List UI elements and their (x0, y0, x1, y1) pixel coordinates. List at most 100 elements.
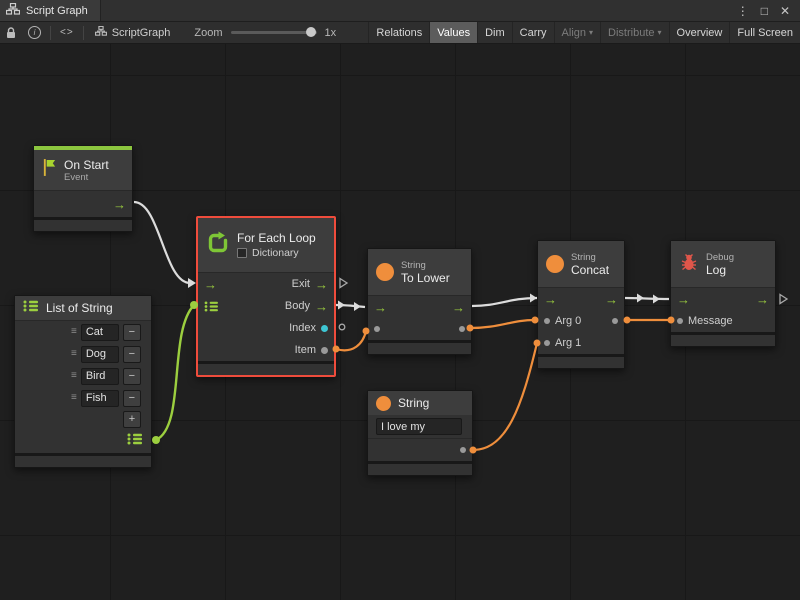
port-label-arg0: Arg 0 (555, 315, 581, 327)
tab-script-graph[interactable]: Script Graph (0, 0, 101, 21)
list-output-icon[interactable] (127, 432, 143, 450)
wire-concat-to-log (625, 298, 669, 299)
flow-arrowhead (338, 301, 345, 310)
distribute-button[interactable]: Distribute ▾ (600, 22, 668, 43)
control-output-port[interactable]: → (605, 293, 618, 306)
item-output-port[interactable] (321, 347, 328, 354)
node-string-concat[interactable]: String Concat → → Arg 0 (537, 240, 625, 369)
remove-item-button[interactable]: − (123, 324, 141, 341)
node-list-of-string[interactable]: List of String ≡ − ≡ − ≡ − (14, 295, 152, 468)
window-controls: ⋮ □ ✕ (737, 0, 800, 21)
node-header: Debug Log (671, 241, 775, 287)
control-input-port[interactable]: → (374, 301, 387, 314)
message-input-port[interactable] (677, 318, 683, 324)
align-label: Align (562, 27, 586, 39)
exit-output-port[interactable]: → (315, 278, 328, 291)
drag-handle-icon[interactable]: ≡ (71, 393, 77, 403)
string-value-input[interactable] (376, 418, 462, 435)
unconnected-index-port (339, 324, 345, 330)
drag-handle-icon[interactable]: ≡ (71, 349, 77, 359)
unconnected-exit-port (340, 279, 347, 288)
distribute-label: Distribute (608, 27, 654, 39)
node-for-each-loop[interactable]: For Each Loop Dictionary → Exit → (196, 216, 336, 377)
node-title: Concat (571, 263, 609, 277)
string-unit-icon (376, 396, 391, 411)
wire-onstart-to-foreach (134, 202, 190, 283)
node-header: List of String (15, 296, 151, 320)
control-input-port[interactable]: → (544, 293, 557, 306)
string-output-port[interactable] (460, 447, 466, 453)
list-item-input[interactable] (81, 390, 119, 407)
control-output-port[interactable]: → (756, 293, 769, 306)
string-input-port[interactable] (374, 326, 380, 332)
overview-button[interactable]: Overview (669, 22, 730, 43)
list-icon (23, 299, 39, 317)
result-output-port[interactable] (612, 318, 618, 324)
control-output-port[interactable]: → (113, 198, 126, 211)
zoom-label: Zoom (194, 27, 222, 39)
node-title: For Each Loop (237, 231, 316, 245)
lock-icon[interactable] (0, 22, 22, 43)
tab-title: Script Graph (26, 5, 88, 17)
graph-tab-icon (6, 3, 20, 18)
info-icon[interactable]: i (22, 22, 47, 43)
list-input-port[interactable] (204, 301, 219, 312)
list-item-row: ≡ − (15, 321, 151, 343)
node-footer (368, 461, 472, 475)
zoom-slider-knob[interactable] (306, 27, 316, 37)
graph-canvas[interactable]: On Start Event → List of String (0, 44, 800, 600)
control-input-port[interactable]: → (677, 293, 690, 306)
flow-arrowhead (188, 278, 196, 288)
window-menu-icon[interactable]: ⋮ (737, 5, 749, 17)
node-footer (671, 332, 775, 346)
zoom-slider[interactable] (231, 31, 317, 34)
carry-button[interactable]: Carry (512, 22, 554, 43)
result-output-port[interactable] (459, 326, 465, 332)
list-item-input[interactable] (81, 346, 119, 363)
dim-button[interactable]: Dim (477, 22, 512, 43)
script-graph-icon (95, 26, 107, 39)
remove-item-button[interactable]: − (123, 346, 141, 363)
drag-handle-icon[interactable]: ≡ (71, 371, 77, 381)
node-on-start[interactable]: On Start Event → (33, 145, 133, 232)
control-output-port[interactable]: → (452, 301, 465, 314)
align-button[interactable]: Align ▾ (554, 22, 600, 43)
wire-tolower-result-to-arg0 (470, 320, 535, 328)
values-button[interactable]: Values (429, 22, 477, 43)
flow-arrowhead (653, 295, 660, 304)
list-item-input[interactable] (81, 368, 119, 385)
dictionary-checkbox[interactable] (237, 248, 247, 258)
maximize-icon[interactable]: □ (761, 5, 768, 17)
graph-name-label: ScriptGraph (112, 27, 171, 39)
arg0-input-port[interactable] (544, 318, 550, 324)
drag-handle-icon[interactable]: ≡ (71, 327, 77, 337)
toolbar-separator (83, 26, 84, 40)
flow-arrowhead (354, 302, 361, 311)
flag-icon (42, 158, 57, 182)
node-string-to-lower[interactable]: String To Lower → → (367, 248, 472, 355)
control-input-port[interactable]: → (204, 278, 217, 291)
body-output-port[interactable]: → (315, 300, 328, 313)
arg1-input-port[interactable] (544, 340, 550, 346)
add-item-button[interactable]: + (123, 411, 141, 428)
list-item-input[interactable] (81, 324, 119, 341)
port-label-exit: Exit (292, 278, 310, 290)
unity-script-graph-window: Script Graph ⋮ □ ✕ i <> ScriptGraph Zoom… (0, 0, 800, 600)
node-footer (198, 361, 334, 375)
index-output-port[interactable] (321, 325, 328, 332)
close-icon[interactable]: ✕ (780, 5, 790, 17)
fullscreen-button[interactable]: Full Screen (729, 22, 800, 43)
node-category: String (571, 252, 609, 263)
relations-button[interactable]: Relations (368, 22, 429, 43)
node-debug-log[interactable]: Debug Log → → Message (670, 240, 776, 347)
node-title: Log (706, 263, 734, 277)
remove-item-button[interactable]: − (123, 390, 141, 407)
port-label-message: Message (688, 315, 733, 327)
code-icon[interactable]: <> (54, 22, 80, 43)
port-label-body: Body (285, 300, 310, 312)
node-string-literal[interactable]: String (367, 390, 473, 476)
remove-item-button[interactable]: − (123, 368, 141, 385)
node-subtitle: Event (64, 172, 109, 183)
bug-icon (679, 252, 699, 277)
node-category: Debug (706, 252, 734, 263)
